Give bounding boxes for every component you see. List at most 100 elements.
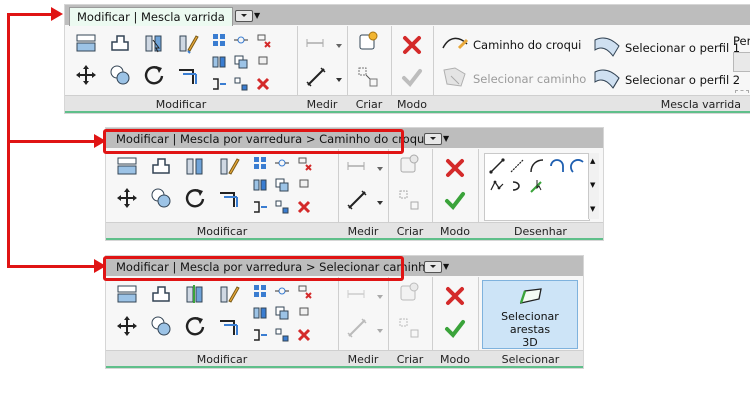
mirror-axis-icon[interactable] [252,305,268,321]
properties-icon[interactable] [75,32,97,54]
scroll-up-icon[interactable]: ▲ [590,157,595,165]
join-icon[interactable] [109,32,131,54]
gallery-scrollbar[interactable]: ▲ ▼ ▼ [588,153,599,219]
create-group-icon[interactable] [357,66,379,88]
cancel-edit-mode-icon[interactable] [401,34,423,56]
chevron-down-icon[interactable]: ▼ [443,262,449,271]
create-similar-icon[interactable] [398,153,420,175]
pick-lines-icon[interactable] [529,178,545,194]
quick-access-icon[interactable] [235,10,253,22]
copy-elements-icon[interactable] [109,64,131,86]
chevron-down-icon[interactable]: ▼ [254,11,260,20]
fillet-arc-icon[interactable] [509,178,525,194]
chevron-down-icon[interactable] [331,38,347,54]
rectangle-icon[interactable] [509,158,525,174]
rotate-icon[interactable] [184,187,206,209]
properties-icon[interactable] [116,283,138,305]
unpin-icon[interactable] [296,305,312,321]
align-icon[interactable] [252,155,268,171]
copy-icon[interactable] [274,177,290,193]
cancel-edit-mode-icon[interactable] [444,157,466,179]
split-icon[interactable] [211,76,227,92]
split-icon[interactable] [252,327,268,343]
profile-editor-icon[interactable] [733,52,750,72]
unpin-icon[interactable] [255,54,271,70]
move-icon[interactable] [116,187,138,209]
chevron-down-icon[interactable] [372,289,388,305]
offset-icon[interactable] [274,155,290,171]
trim-extend-icon[interactable] [218,187,240,209]
quick-access-icon[interactable] [424,261,442,273]
cut-geometry-icon[interactable] [184,155,206,177]
pick-profile2-button[interactable]: Selecionar o perfil 2 [593,66,740,93]
split-icon[interactable] [252,199,268,215]
chevron-down-icon[interactable]: ▼ [443,134,449,143]
cut-geometry-icon[interactable] [143,32,165,54]
array-icon[interactable] [274,327,290,343]
align-icon[interactable] [211,32,227,48]
aligned-dimension-icon[interactable] [346,155,368,177]
measure-icon[interactable] [305,66,327,88]
line-icon[interactable] [489,158,505,174]
copy-icon[interactable] [233,54,249,70]
gallery-expand-icon[interactable]: ▼ [590,205,595,213]
join-icon[interactable] [150,283,172,305]
pick-profile1-button[interactable]: Selecionar o perfil 1 [593,34,740,61]
paint-icon[interactable] [218,283,240,305]
measure-icon[interactable] [346,189,368,211]
delete-icon[interactable] [296,327,312,343]
arc-tangent-icon[interactable] [569,158,585,174]
pick-path-button[interactable]: Selecionar caminho [441,66,586,91]
copy-elements-icon[interactable] [150,315,172,337]
cut-geometry-icon[interactable] [184,283,206,305]
create-group-icon[interactable] [398,317,420,339]
cancel-edit-mode-icon[interactable] [444,285,466,307]
move-icon[interactable] [75,64,97,86]
chevron-down-icon[interactable] [372,195,388,211]
measure-icon[interactable] [346,317,368,339]
create-similar-icon[interactable] [357,30,379,52]
offset-icon[interactable] [274,283,290,299]
arc-start-end-icon[interactable] [529,158,545,174]
paint-icon[interactable] [218,155,240,177]
chevron-down-icon[interactable] [331,72,347,88]
delete-icon[interactable] [255,76,271,92]
offset-icon[interactable] [233,32,249,48]
pin-icon[interactable] [255,32,271,48]
trim-extend-icon[interactable] [177,64,199,86]
select-3d-edges-button[interactable]: Selecionar arestas 3D [482,280,578,349]
aligned-dimension-icon[interactable] [346,283,368,305]
move-icon[interactable] [116,315,138,337]
array-icon[interactable] [274,199,290,215]
copy-icon[interactable] [274,305,290,321]
rotate-icon[interactable] [184,315,206,337]
spline-icon[interactable] [489,178,505,194]
chevron-down-icon[interactable] [372,161,388,177]
pin-icon[interactable] [296,155,312,171]
arc-center-icon[interactable] [549,158,565,174]
unpin-icon[interactable] [296,177,312,193]
mirror-axis-icon[interactable] [252,177,268,193]
create-group-icon[interactable] [398,189,420,211]
rotate-icon[interactable] [143,64,165,86]
align-icon[interactable] [252,283,268,299]
mirror-axis-icon[interactable] [211,54,227,70]
tab-modify-swept-blend[interactable]: Modificar | Mescla varrida [69,7,233,26]
copy-elements-icon[interactable] [150,187,172,209]
create-similar-icon[interactable] [398,281,420,303]
finish-edit-mode-icon[interactable] [401,66,423,88]
properties-icon[interactable] [116,155,138,177]
scroll-down-icon[interactable]: ▼ [590,181,595,189]
paint-icon[interactable] [177,32,199,54]
sketch-path-button[interactable]: Caminho do croqui [441,34,581,55]
finish-edit-mode-icon[interactable] [444,317,466,339]
quick-access-icon[interactable] [424,133,442,145]
finish-edit-mode-icon[interactable] [444,189,466,211]
chevron-down-icon[interactable] [372,323,388,339]
trim-extend-icon[interactable] [218,315,240,337]
pin-icon[interactable] [296,283,312,299]
array-icon[interactable] [233,76,249,92]
join-icon[interactable] [150,155,172,177]
delete-icon[interactable] [296,199,312,215]
aligned-dimension-icon[interactable] [305,32,327,54]
